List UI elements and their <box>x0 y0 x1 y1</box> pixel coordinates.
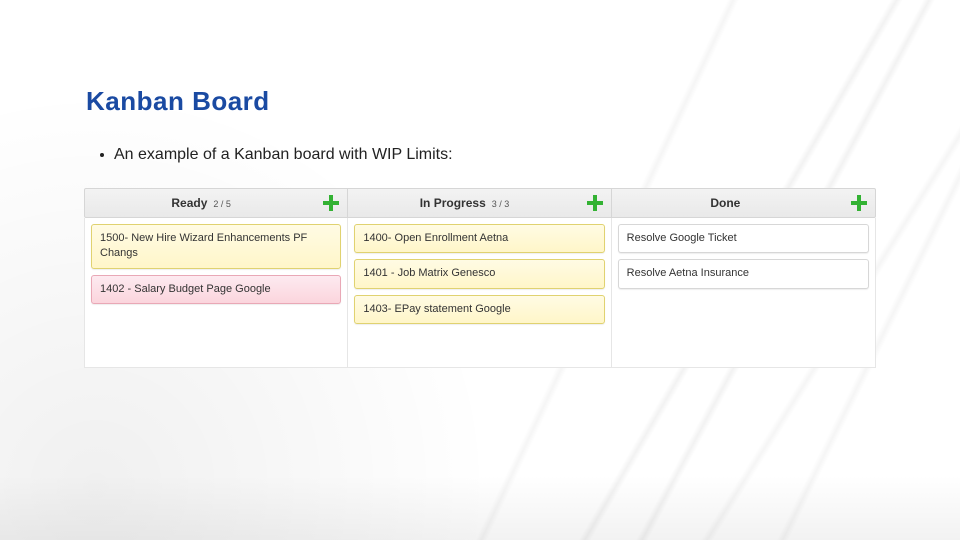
kanban-board: Ready 2 / 5 In Progress 3 / 3 Done <box>84 188 876 368</box>
kanban-card[interactable]: Resolve Aetna Insurance <box>618 259 869 288</box>
kanban-card[interactable]: 1402 - Salary Budget Page Google <box>91 275 341 304</box>
plus-icon <box>850 194 868 212</box>
kanban-card[interactable]: 1403- EPay statement Google <box>354 295 604 324</box>
bullet-item: An example of a Kanban board with WIP Li… <box>100 146 453 164</box>
add-card-button[interactable] <box>849 193 869 213</box>
kanban-card[interactable]: Resolve Google Ticket <box>618 224 869 253</box>
column-header-ready: Ready 2 / 5 <box>85 189 348 217</box>
column-label: Ready <box>171 196 207 210</box>
column-done: Resolve Google Ticket Resolve Aetna Insu… <box>612 218 875 367</box>
kanban-card[interactable]: 1500- New Hire Wizard Enhancements PF Ch… <box>91 224 341 269</box>
column-body-row: 1500- New Hire Wizard Enhancements PF Ch… <box>84 218 876 368</box>
column-label: In Progress <box>420 196 486 210</box>
column-in-progress: 1400- Open Enrollment Aetna 1401 - Job M… <box>348 218 611 367</box>
plus-icon <box>322 194 340 212</box>
bullet-dot-icon <box>100 153 104 157</box>
kanban-card[interactable]: 1400- Open Enrollment Aetna <box>354 224 604 253</box>
column-label: Done <box>710 196 740 210</box>
column-header-done: Done <box>612 189 875 217</box>
wip-badge: 3 / 3 <box>492 198 510 209</box>
page-title: Kanban Board <box>86 86 270 117</box>
bullet-text: An example of a Kanban board with WIP Li… <box>114 146 453 164</box>
wip-badge: 2 / 5 <box>213 198 231 209</box>
kanban-card[interactable]: 1401 - Job Matrix Genesco <box>354 259 604 288</box>
column-header-row: Ready 2 / 5 In Progress 3 / 3 Done <box>84 188 876 218</box>
column-header-in-progress: In Progress 3 / 3 <box>348 189 611 217</box>
add-card-button[interactable] <box>585 193 605 213</box>
plus-icon <box>586 194 604 212</box>
add-card-button[interactable] <box>321 193 341 213</box>
column-ready: 1500- New Hire Wizard Enhancements PF Ch… <box>85 218 348 367</box>
